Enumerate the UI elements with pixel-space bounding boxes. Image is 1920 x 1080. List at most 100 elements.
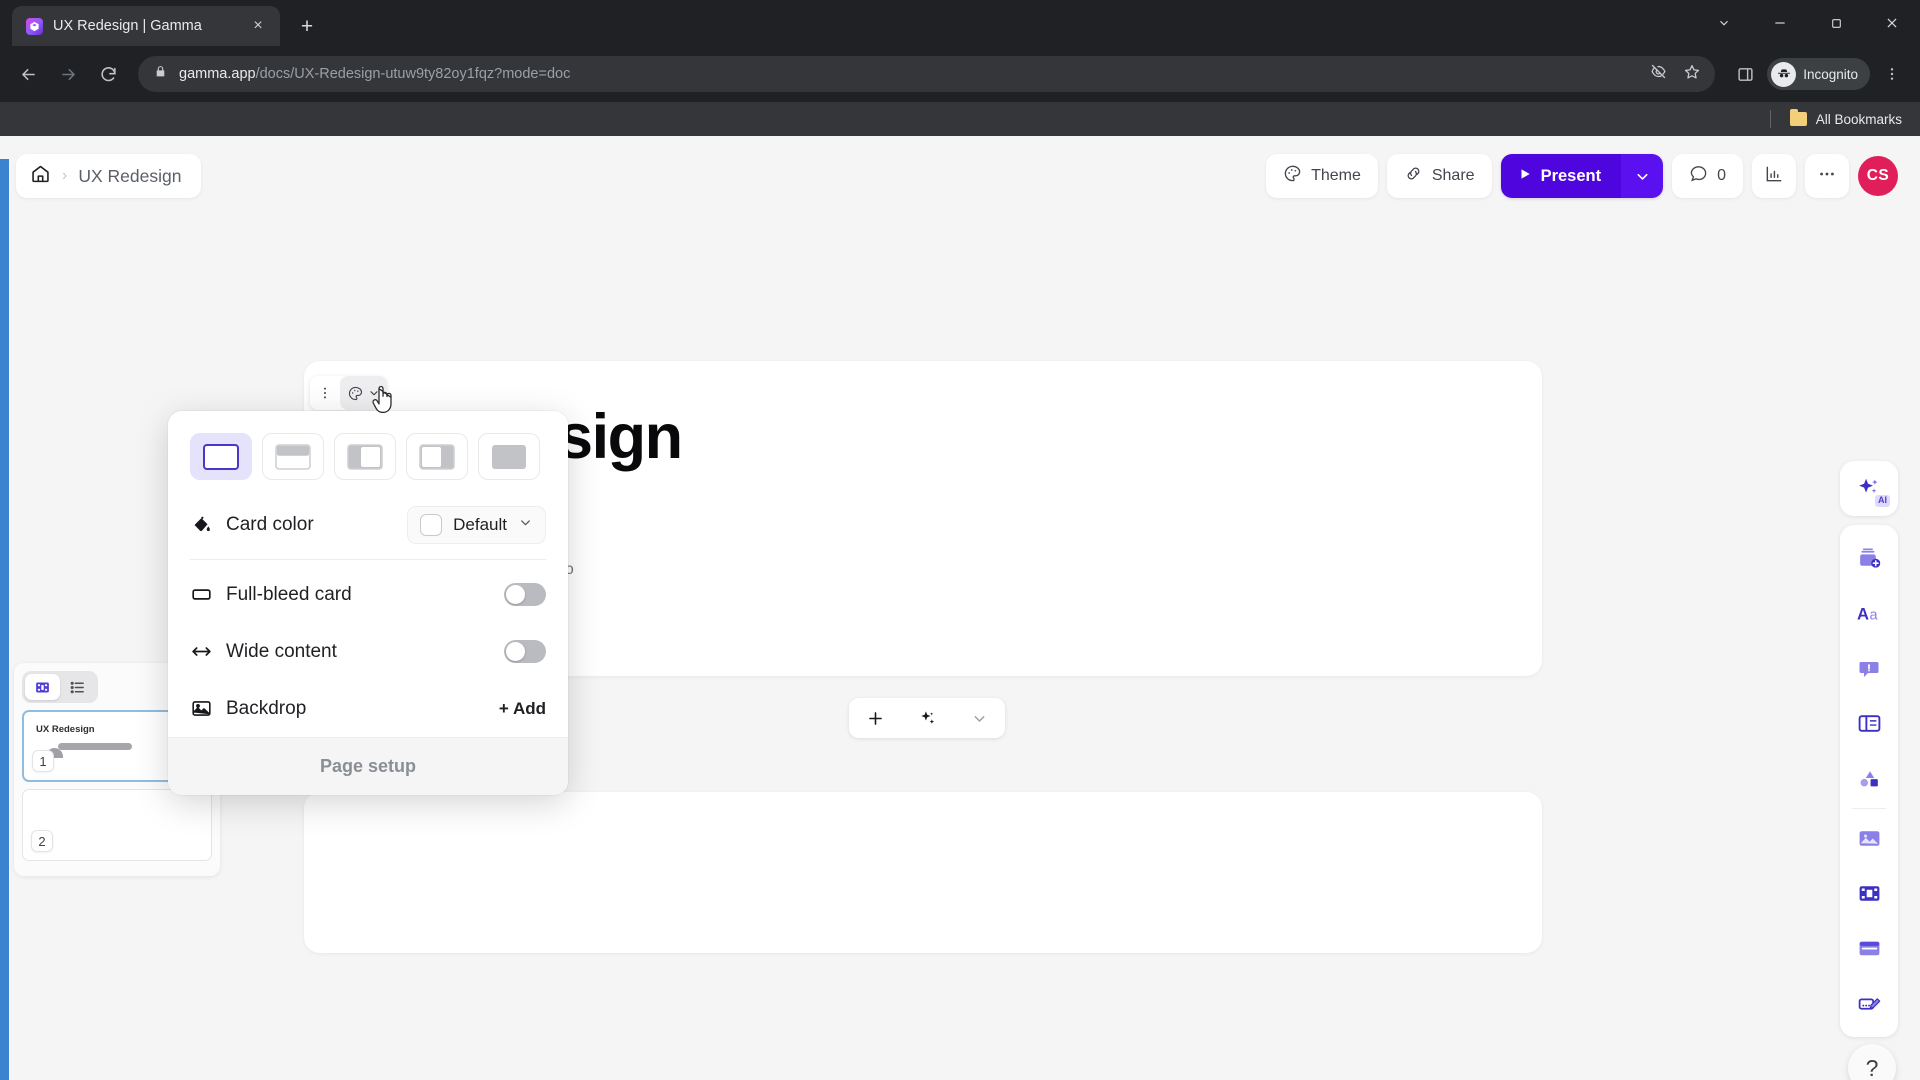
- present-button[interactable]: Present: [1500, 154, 1622, 198]
- link-icon: [1404, 164, 1423, 188]
- profile-label: Incognito: [1803, 66, 1858, 82]
- layout-blank-option[interactable]: [190, 433, 252, 480]
- wide-content-toggle[interactable]: [504, 640, 546, 663]
- svg-text:A: A: [1857, 605, 1869, 624]
- comments-button[interactable]: 0: [1672, 154, 1743, 198]
- breadcrumb: › UX Redesign: [16, 154, 202, 198]
- back-button[interactable]: [10, 56, 46, 92]
- help-button[interactable]: ?: [1848, 1044, 1896, 1080]
- browser-tab[interactable]: UX Redesign | Gamma ×: [12, 6, 280, 46]
- tool-box: Aa: [1840, 525, 1898, 1037]
- window-controls: [1696, 0, 1920, 46]
- theme-label: Theme: [1311, 167, 1361, 184]
- tab-search-icon[interactable]: [1696, 0, 1752, 46]
- callout-icon[interactable]: [1840, 641, 1898, 696]
- profile-chip[interactable]: Incognito: [1767, 58, 1870, 90]
- url-domain: gamma.app: [179, 66, 256, 82]
- full-bleed-toggle[interactable]: [504, 583, 546, 606]
- ai-button[interactable]: AI: [1840, 461, 1898, 516]
- page-setup-button[interactable]: Page setup: [168, 737, 568, 795]
- address-bar-text: gamma.app/docs/UX-Redesign-utuw9ty82oy1f…: [179, 66, 570, 82]
- avatar[interactable]: CS: [1858, 156, 1898, 196]
- theme-button[interactable]: Theme: [1266, 154, 1378, 198]
- card-options-popover: Card color Default Full-bleed card Wide …: [168, 411, 568, 795]
- layout-icon[interactable]: [1840, 696, 1898, 751]
- bookmarks-bar: All Bookmarks: [0, 102, 1920, 136]
- bookmark-star-icon[interactable]: [1683, 63, 1701, 86]
- layout-top-image-option[interactable]: [262, 433, 324, 480]
- full-bleed-row[interactable]: Full-bleed card: [168, 566, 568, 623]
- new-tab-button[interactable]: +: [290, 9, 324, 43]
- drawing-icon[interactable]: [1840, 976, 1898, 1031]
- reload-button[interactable]: [90, 56, 126, 92]
- right-toolbar: AI Aa: [1840, 461, 1898, 1037]
- kebab-menu-icon[interactable]: [1874, 56, 1910, 92]
- wide-content-row[interactable]: Wide content: [168, 623, 568, 680]
- left-edge-bar: [0, 159, 9, 1080]
- eye-off-icon[interactable]: [1650, 63, 1667, 85]
- arrows-horizontal-icon: [190, 641, 213, 662]
- layout-left-image-option[interactable]: [334, 433, 396, 480]
- video-icon[interactable]: [1840, 866, 1898, 921]
- tab-close-icon[interactable]: ×: [246, 14, 270, 38]
- backdrop-label: Backdrop: [226, 697, 307, 719]
- insert-chevron-down-icon[interactable]: [953, 698, 1005, 738]
- list-item[interactable]: 2: [22, 789, 212, 861]
- tab-title: UX Redesign | Gamma: [53, 18, 202, 34]
- maximize-icon[interactable]: [1808, 0, 1864, 46]
- present-dropdown-chevron-down-icon[interactable]: [1621, 154, 1664, 198]
- comment-icon: [1689, 164, 1708, 188]
- backdrop-row[interactable]: Backdrop + Add: [168, 680, 568, 737]
- app-header: › UX Redesign Theme Share Present 0 CS: [0, 136, 1920, 214]
- address-bar[interactable]: gamma.app/docs/UX-Redesign-utuw9ty82oy1f…: [138, 56, 1716, 92]
- document-card-2[interactable]: [304, 792, 1542, 953]
- play-icon: [1518, 167, 1532, 186]
- layout-right-image-option[interactable]: [406, 433, 468, 480]
- card-color-label: Card color: [226, 513, 314, 535]
- shapes-icon[interactable]: [1840, 751, 1898, 806]
- breadcrumb-title[interactable]: UX Redesign: [78, 166, 181, 187]
- share-button[interactable]: Share: [1386, 154, 1492, 198]
- palette-icon: [1283, 164, 1302, 188]
- url-path: /docs/UX-Redesign-utuw9ty82oy1fqz?mode=d…: [255, 66, 571, 82]
- home-icon[interactable]: [30, 163, 51, 189]
- lock-icon: [154, 65, 167, 83]
- backdrop-add-button[interactable]: + Add: [499, 699, 546, 719]
- window-close-icon[interactable]: [1864, 0, 1920, 46]
- analytics-icon: [1764, 164, 1784, 189]
- image-icon: [190, 698, 213, 719]
- browser-chrome: UX Redesign | Gamma × + gamma.app/docs/U…: [0, 0, 1920, 136]
- analytics-button[interactable]: [1752, 154, 1796, 198]
- ai-sparkles-button[interactable]: [901, 698, 953, 738]
- browser-toolbar: gamma.app/docs/UX-Redesign-utuw9ty82oy1f…: [0, 46, 1920, 102]
- breadcrumb-separator: ›: [62, 167, 68, 184]
- grid-view-button[interactable]: [25, 674, 60, 700]
- text-icon[interactable]: Aa: [1840, 586, 1898, 641]
- card-layout-options: [168, 411, 568, 496]
- all-bookmarks-label[interactable]: All Bookmarks: [1816, 112, 1902, 127]
- incognito-icon: [1771, 61, 1797, 87]
- gamma-app: › UX Redesign Theme Share Present 0 CS U…: [0, 136, 1920, 1080]
- add-block-button[interactable]: [849, 698, 901, 738]
- more-options-button[interactable]: [1805, 154, 1849, 198]
- present-label: Present: [1540, 166, 1602, 185]
- add-card-icon[interactable]: [1840, 531, 1898, 586]
- popover-divider: [190, 559, 546, 560]
- forward-button[interactable]: [50, 56, 86, 92]
- image-icon[interactable]: [1840, 811, 1898, 866]
- toolbar-right: Incognito: [1727, 56, 1910, 92]
- rail-divider: [1852, 808, 1886, 809]
- thumbnail-number: 2: [31, 830, 53, 852]
- header-actions: Theme Share Present 0 CS: [1266, 154, 1898, 198]
- present-button-group: Present: [1500, 154, 1664, 198]
- side-panel-icon[interactable]: [1727, 56, 1763, 92]
- embed-icon[interactable]: [1840, 921, 1898, 976]
- card-color-row: Card color Default: [168, 496, 568, 553]
- list-view-button[interactable]: [60, 674, 95, 700]
- thumbnail-view-switcher: [22, 671, 98, 703]
- minimize-icon[interactable]: [1752, 0, 1808, 46]
- drag-dots-icon[interactable]: [310, 376, 340, 410]
- insert-toolbar: [849, 698, 1005, 738]
- card-color-select[interactable]: Default: [407, 505, 546, 544]
- layout-full-image-option[interactable]: [478, 433, 540, 480]
